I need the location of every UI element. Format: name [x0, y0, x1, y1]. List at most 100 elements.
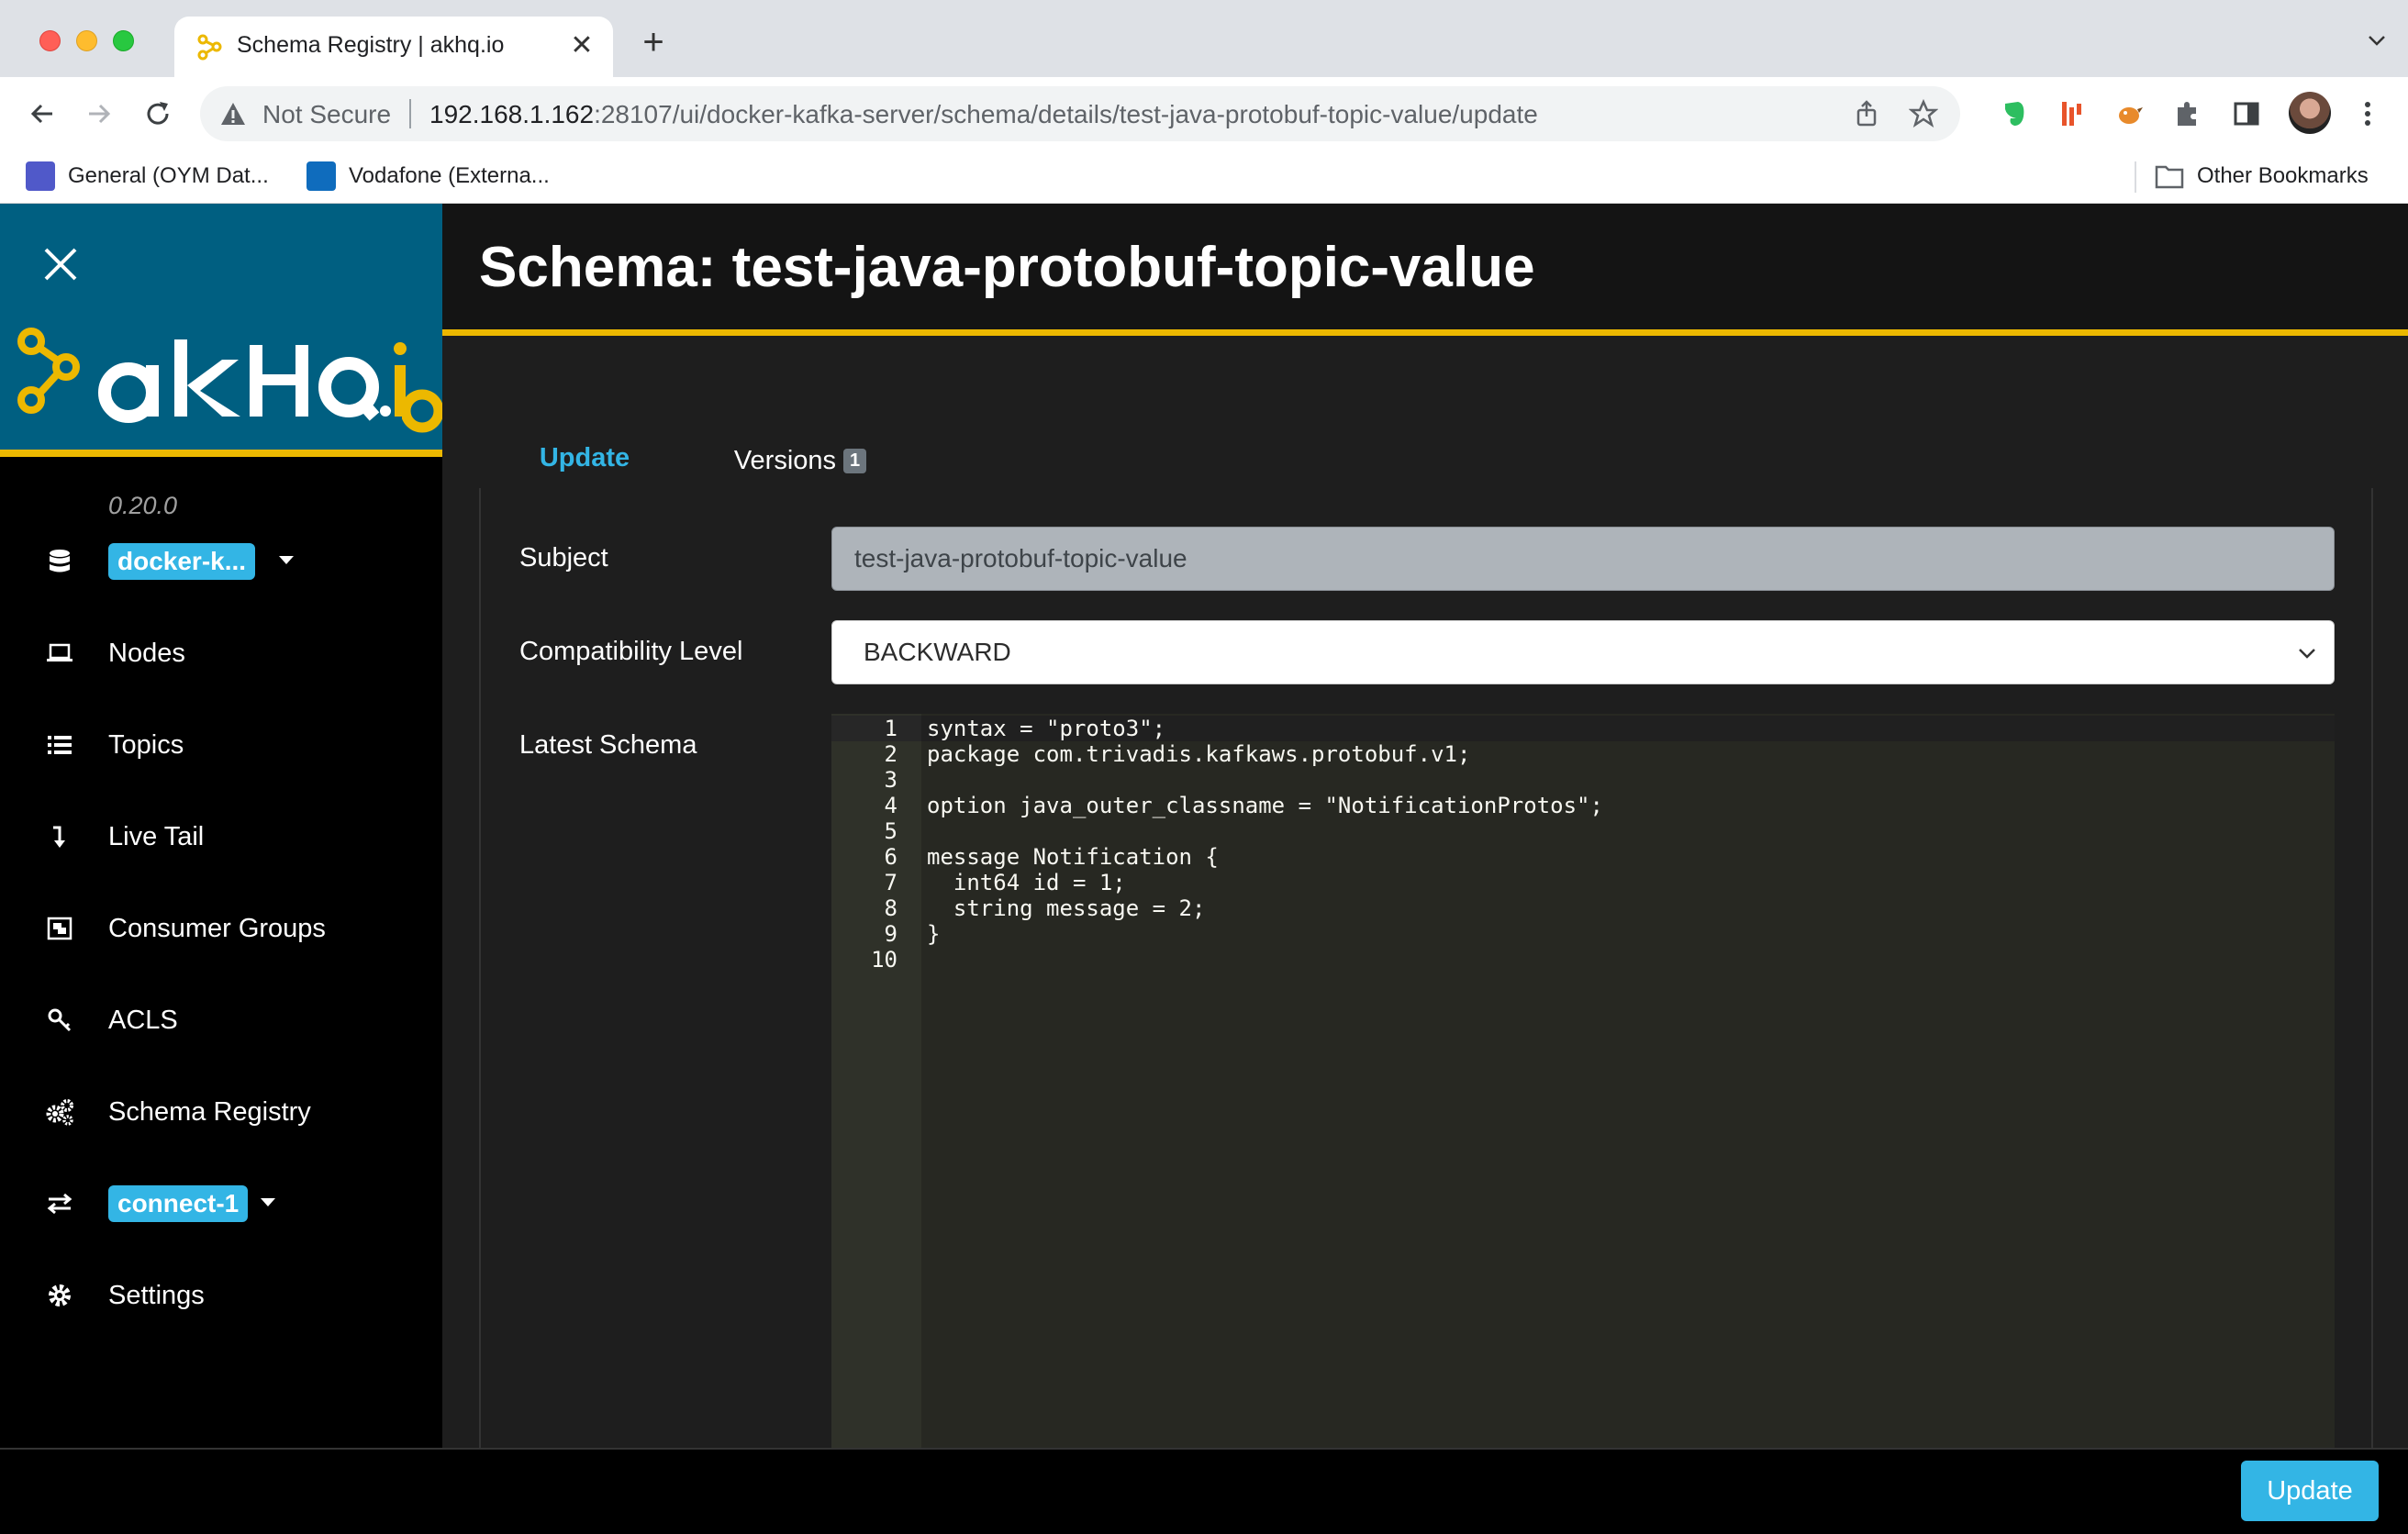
bookmark-vodafone[interactable]: Vodafone (Externa...	[307, 160, 550, 193]
compatibility-level-select[interactable]: BACKWARD	[831, 620, 2335, 684]
akhq-favicon-icon	[197, 34, 222, 61]
line-number: 2	[884, 741, 897, 767]
code-line: syntax = "proto3";	[927, 716, 1166, 741]
line-number: 6	[884, 844, 897, 870]
code-line: package com.trivadis.kafkaws.protobuf.v1…	[927, 741, 1471, 767]
sidebar-item-label: Settings	[108, 1280, 205, 1310]
exchange-icon	[44, 1188, 75, 1219]
tab-search-chevron-icon[interactable]	[2366, 29, 2388, 51]
folder-icon	[2155, 165, 2184, 189]
window-minimize-button[interactable]	[76, 30, 97, 51]
back-arrow-icon	[30, 104, 52, 124]
gear-icon	[44, 1280, 75, 1311]
profile-avatar[interactable]	[2289, 92, 2331, 134]
cluster-caret-icon[interactable]	[279, 556, 294, 564]
cluster-badge[interactable]: docker-k...	[108, 543, 256, 580]
tab-update-label: Update	[539, 442, 630, 472]
schema-code-editor[interactable]: 1 2 3 4 5 6 7 8 9 10 syntax = "proto3"; …	[831, 714, 2335, 1451]
cluster-selector[interactable]: docker-k...	[0, 525, 442, 598]
new-tab-button[interactable]: +	[633, 24, 674, 61]
connect-badge[interactable]: connect-1	[108, 1185, 249, 1222]
sidebar-item-label: ACLS	[108, 1005, 178, 1035]
browser-toolbar: Not Secure 192.168.1.162:28107/ui/docker…	[0, 77, 2408, 150]
main-content: Schema: test-java-protobuf-topic-value U…	[442, 204, 2408, 1451]
code-line: message Notification {	[927, 844, 1219, 870]
sidebar-item-nodes[interactable]: Nodes	[0, 617, 442, 690]
sidebar-item-label: Live Tail	[108, 821, 205, 851]
database-icon	[44, 546, 75, 577]
code-line: option java_outer_classname = "Notificat…	[927, 793, 1603, 818]
title-bar: Schema: test-java-protobuf-topic-value	[442, 204, 2408, 336]
reload-button[interactable]	[138, 94, 178, 134]
window-close-button[interactable]	[39, 30, 61, 51]
extensions-puzzle-icon[interactable]	[2169, 95, 2206, 132]
share-icon[interactable]	[1852, 99, 1881, 128]
extension-bird-icon[interactable]	[2111, 95, 2147, 132]
update-button[interactable]: Update	[2241, 1461, 2379, 1521]
tab-close-icon[interactable]: ✕	[563, 28, 600, 64]
connect-caret-icon[interactable]	[261, 1198, 275, 1206]
bookmark-star-icon[interactable]	[1909, 99, 1938, 128]
browser-tab-active[interactable]: Schema Registry | akhq.io ✕	[174, 17, 613, 77]
line-number: 10	[871, 947, 897, 973]
subject-label: Subject	[519, 543, 608, 572]
versions-count-badge: 1	[843, 448, 867, 473]
not-secure-label[interactable]: Not Secure	[262, 100, 391, 129]
cogs-icon	[44, 1096, 75, 1128]
back-button[interactable]	[22, 94, 62, 134]
chevron-down-icon	[2299, 649, 2315, 659]
sidebar: 0.20.0 docker-k... Nodes Topics Live Tai…	[0, 204, 444, 1448]
bookmarks-divider	[2135, 161, 2136, 193]
code-line: string message = 2;	[927, 895, 1206, 921]
forward-button[interactable]	[79, 94, 119, 134]
bookmark-vodafone-label: Vodafone (Externa...	[349, 163, 550, 188]
sidebar-item-acls[interactable]: ACLS	[0, 984, 442, 1057]
forward-arrow-icon	[89, 104, 111, 124]
url-path: :28107/ui/docker-kafka-server/schema/det…	[594, 100, 1538, 128]
update-form-panel: Subject test-java-protobuf-topic-value C…	[479, 488, 2373, 1451]
logo-o-letter	[402, 389, 444, 433]
page-title: Schema: test-java-protobuf-topic-value	[479, 236, 1535, 299]
sidebar-item-label: Schema Registry	[108, 1096, 311, 1127]
connect-selector[interactable]: connect-1	[0, 1167, 442, 1240]
url-text[interactable]: 192.168.1.162:28107/ui/docker-kafka-serv…	[429, 100, 1538, 129]
subject-value: test-java-protobuf-topic-value	[854, 544, 1187, 572]
sidebar-item-settings[interactable]: Settings	[0, 1259, 442, 1332]
latest-schema-label: Latest Schema	[519, 730, 697, 760]
sidebar-item-schema-registry[interactable]: Schema Registry	[0, 1075, 442, 1149]
subject-field: test-java-protobuf-topic-value	[831, 527, 2335, 591]
other-bookmarks[interactable]: Other Bookmarks	[2155, 160, 2369, 193]
sidebar-item-consumer-groups[interactable]: Consumer Groups	[0, 892, 442, 965]
tab-title: Schema Registry | akhq.io	[237, 32, 505, 58]
close-sidebar-icon[interactable]	[39, 242, 83, 286]
tab-versions[interactable]: Versions 1	[718, 424, 883, 497]
laptop-icon	[44, 638, 75, 669]
browser-menu-icon[interactable]	[2349, 95, 2386, 132]
evernote-extension-icon[interactable]	[1995, 95, 2032, 132]
sidebar-item-live-tail[interactable]: Live Tail	[0, 800, 442, 873]
sidebar-item-topics[interactable]: Topics	[0, 708, 442, 782]
window-zoom-button[interactable]	[113, 30, 134, 51]
code-line: int64 id = 1;	[927, 870, 1126, 895]
teams-icon	[26, 161, 55, 191]
compatibility-level-value: BACKWARD	[864, 638, 1011, 666]
extension-orange-bars-icon[interactable]	[2054, 95, 2090, 132]
line-number: 8	[884, 895, 897, 921]
sidebar-item-label: Consumer Groups	[108, 913, 326, 943]
sidebar-item-label: Nodes	[108, 638, 185, 668]
level-down-icon	[44, 821, 75, 852]
akhq-app: 0.20.0 docker-k... Nodes Topics Live Tai…	[0, 204, 2408, 1534]
address-bar[interactable]: Not Secure 192.168.1.162:28107/ui/docker…	[200, 86, 1960, 141]
browser-tab-bar: Schema Registry | akhq.io ✕ +	[0, 0, 2408, 77]
line-number: 1	[884, 716, 897, 741]
tab-update[interactable]: Update	[479, 424, 690, 497]
line-number: 5	[884, 818, 897, 844]
url-host: 192.168.1.162	[429, 100, 595, 128]
akhq-logo[interactable]	[9, 314, 439, 433]
sidebar-item-label: Topics	[108, 729, 184, 760]
footer-bar: Update	[0, 1448, 2408, 1534]
side-panel-icon[interactable]	[2228, 95, 2265, 132]
bookmark-general[interactable]: General (OYM Dat...	[26, 160, 269, 193]
reload-icon	[147, 102, 169, 125]
version-label: 0.20.0	[108, 492, 178, 519]
